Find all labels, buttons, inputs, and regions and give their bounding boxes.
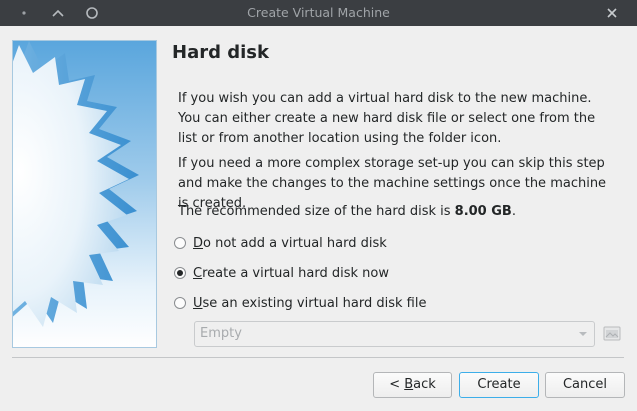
window-title: Create Virtual Machine xyxy=(247,5,390,20)
close-x-icon[interactable] xyxy=(598,0,626,26)
option-no-disk-mnemonic: D xyxy=(193,235,204,251)
chevron-down-icon xyxy=(579,332,587,336)
existing-disk-select-value: Empty xyxy=(200,326,242,341)
option-no-disk-text: o not add a virtual hard disk xyxy=(203,235,387,251)
recommended-size-suffix: . xyxy=(511,204,516,219)
option-no-disk[interactable]: Do not add a virtual hard disk xyxy=(174,233,387,253)
radio-existing-disk[interactable] xyxy=(174,297,186,309)
back-button-prefix: < xyxy=(389,377,405,392)
option-existing-disk-text: se an existing virtual hard disk file xyxy=(202,295,427,311)
recommended-size-prefix: The recommended size of the hard disk is xyxy=(178,204,455,219)
create-button[interactable]: Create xyxy=(459,372,539,398)
button-divider xyxy=(12,357,624,358)
option-no-disk-label: Do not add a virtual hard disk xyxy=(193,236,387,251)
option-create-disk-text: reate a virtual hard disk now xyxy=(202,265,389,281)
back-button[interactable]: < Back xyxy=(373,372,452,398)
title-bar: Create Virtual Machine xyxy=(0,0,637,26)
recommended-size-text: The recommended size of the hard disk is… xyxy=(178,202,618,222)
description-paragraph-1: If you wish you can add a virtual hard d… xyxy=(178,91,596,146)
radio-no-disk[interactable] xyxy=(174,237,186,249)
choose-disk-folder-icon[interactable] xyxy=(602,323,622,343)
back-button-mnemonic: B xyxy=(404,377,414,392)
option-create-disk[interactable]: Create a virtual hard disk now xyxy=(174,263,389,283)
recommended-size-value: 8.00 GB xyxy=(454,204,512,219)
wizard-side-image xyxy=(12,40,157,348)
option-existing-disk-label: Use an existing virtual hard disk file xyxy=(193,296,426,311)
option-create-disk-mnemonic: C xyxy=(193,265,203,281)
page-title: Hard disk xyxy=(172,42,269,63)
create-vm-dialog: Create Virtual Machine Hard disk If you … xyxy=(0,0,637,411)
existing-disk-select[interactable]: Empty xyxy=(194,321,595,347)
cancel-button[interactable]: Cancel xyxy=(545,372,625,398)
option-create-disk-label: Create a virtual hard disk now xyxy=(193,266,389,281)
radio-create-disk[interactable] xyxy=(174,267,186,279)
option-existing-disk-mnemonic: U xyxy=(193,295,203,311)
option-existing-disk[interactable]: Use an existing virtual hard disk file xyxy=(174,293,426,313)
back-button-text: ack xyxy=(413,377,436,392)
